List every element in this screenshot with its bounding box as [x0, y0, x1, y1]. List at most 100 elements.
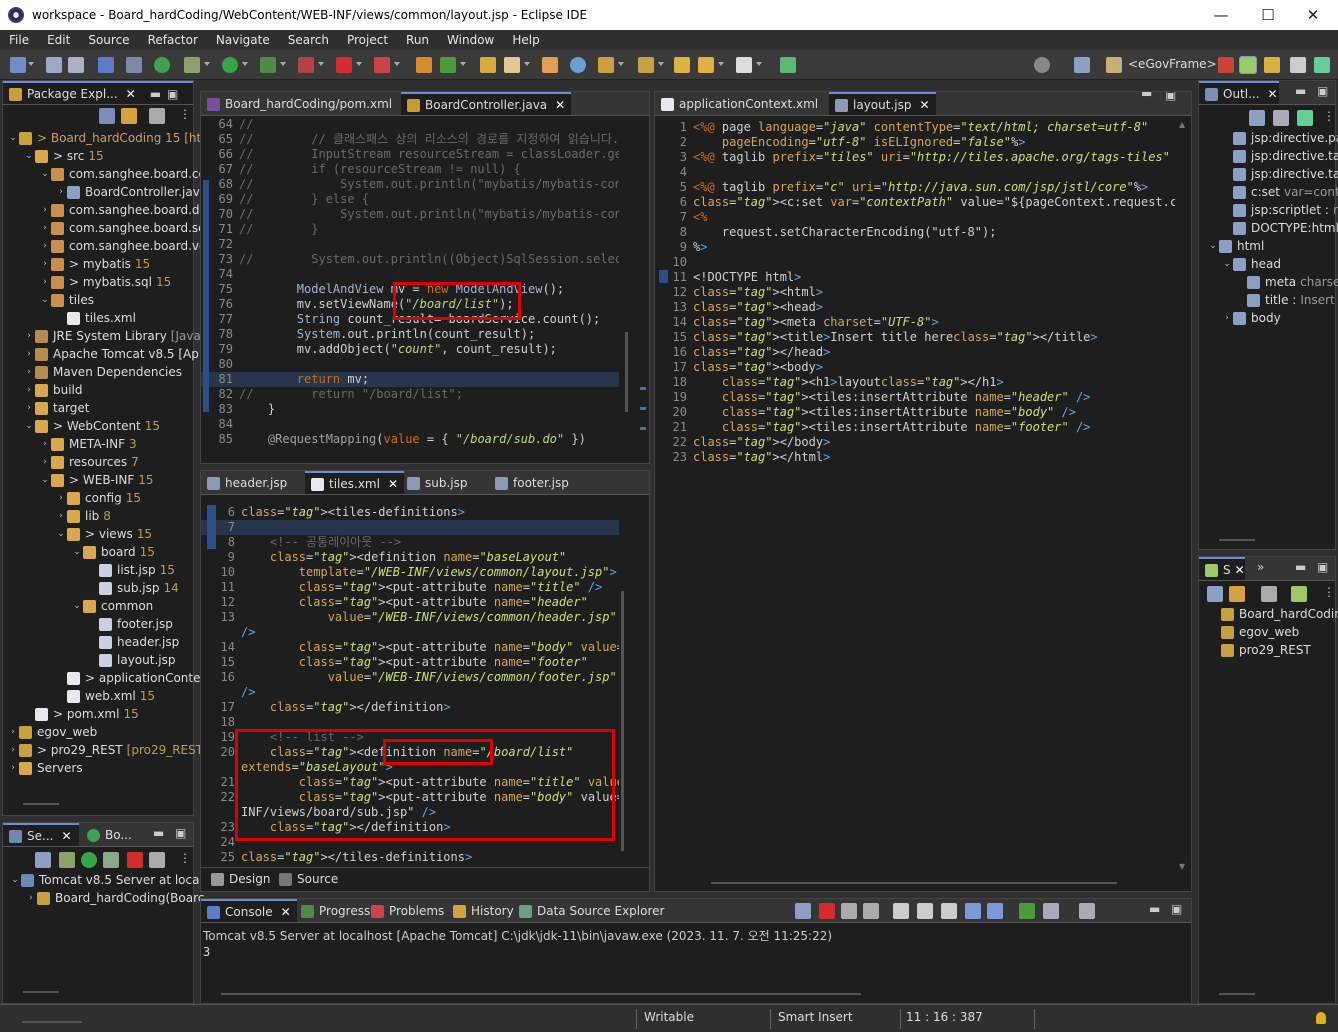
menu-search[interactable]: Search: [279, 33, 338, 47]
tree-item[interactable]: › resources 7: [39, 453, 139, 471]
code-line[interactable]: 12 class="tag"><html>: [655, 285, 824, 300]
tree-item[interactable]: jsp:directive.page: [1221, 129, 1338, 147]
code-line[interactable]: 82// return "/board/list";: [201, 387, 463, 402]
tree-item[interactable]: ⌄ board 15: [71, 543, 155, 561]
h-scrollbar[interactable]: [1219, 993, 1255, 995]
expand-toggle-icon[interactable]: ›: [23, 403, 35, 413]
minimize-icon[interactable]: ▬: [153, 826, 164, 840]
code-line[interactable]: 8 request.setCharacterEncoding("utf-8");: [655, 225, 997, 240]
tab-footer-jsp[interactable]: footer.jsp: [489, 471, 575, 494]
expand-toggle-icon[interactable]: ›: [55, 511, 67, 521]
resource-perspective-icon[interactable]: [1290, 57, 1306, 73]
tree-item[interactable]: sub.jsp 14: [87, 579, 179, 597]
tree-item[interactable]: title : Insert: [1235, 291, 1335, 309]
tree-item[interactable]: › lib 8: [55, 507, 111, 525]
java-perspective-icon[interactable]: [1264, 57, 1280, 73]
debug-server-icon[interactable]: [59, 852, 75, 868]
filter-icon[interactable]: [149, 108, 165, 124]
stop-server-icon[interactable]: [127, 852, 143, 868]
code-line[interactable]: 9 class="tag"><definition name="baseLayo…: [201, 550, 566, 565]
link-editor-icon[interactable]: [1229, 586, 1245, 602]
new-console-icon[interactable]: [1019, 903, 1035, 919]
save-all-icon[interactable]: [68, 57, 84, 73]
open-task-icon[interactable]: [542, 57, 558, 73]
globe-icon[interactable]: [570, 57, 586, 73]
tree-item[interactable]: › config 15: [55, 489, 141, 507]
code-line[interactable]: 2 pageEncoding="utf-8" isELIgnored="fals…: [655, 135, 1026, 150]
tab-source[interactable]: Source: [273, 868, 345, 890]
expand-toggle-icon[interactable]: ›: [23, 349, 35, 359]
code-line[interactable]: 3 <%@ taglib prefix="tiles" uri="http://t…: [655, 150, 1170, 165]
expand-toggle-icon[interactable]: ›: [39, 457, 51, 467]
tab-tiles-xml[interactable]: tiles.xml ✕: [305, 471, 405, 494]
h-scrollbar[interactable]: [221, 993, 861, 995]
code-line[interactable]: 19 class="tag"><tiles:insertAttribute na…: [655, 390, 1091, 405]
tree-item[interactable]: ⌄ > WebContent 15: [23, 417, 160, 435]
close-icon[interactable]: ✕: [555, 98, 565, 112]
close-icon[interactable]: ✕: [61, 829, 71, 843]
code-line[interactable]: 4: [655, 165, 693, 180]
tree-item[interactable]: › BoardController.jav: [55, 183, 200, 201]
terminal-icon[interactable]: [98, 57, 114, 73]
code-line[interactable]: 21 class="tag"><tiles:insertAttribute na…: [655, 420, 1091, 435]
tree-item[interactable]: › body: [1221, 309, 1281, 327]
back-icon[interactable]: [698, 57, 714, 73]
coverage-icon[interactable]: [260, 57, 276, 73]
tree-item[interactable]: ⌄ com.sanghee.board.co: [39, 165, 206, 183]
code-line[interactable]: 13 value="/WEB-INF/views/common/header.j…: [201, 610, 617, 625]
h-scrollbar[interactable]: [23, 991, 59, 993]
remove-all-icon[interactable]: [863, 903, 879, 919]
tree-item[interactable]: › target: [23, 399, 89, 417]
close-icon[interactable]: ✕: [388, 477, 398, 491]
code-line[interactable]: 9 %>: [655, 240, 708, 255]
code-line[interactable]: 66 // InputStream resourceStream = classL…: [201, 147, 619, 162]
code-line[interactable]: 7 <%: [655, 210, 708, 225]
expand-toggle-icon[interactable]: ⌄: [1221, 259, 1233, 269]
minimize-icon[interactable]: ▬: [150, 87, 161, 101]
code-line[interactable]: 13 class="tag"><head>: [655, 300, 824, 315]
code-line[interactable]: 64 //: [201, 117, 254, 132]
code-line[interactable]: 23 class="tag"></html>: [655, 450, 831, 465]
code-line[interactable]: 6 class="tag"><c:set var="contextPath" va…: [655, 195, 1175, 210]
next-annotation-icon[interactable]: [598, 57, 614, 73]
pin-console-icon[interactable]: [987, 903, 1003, 919]
close-button[interactable]: ✕: [1290, 0, 1336, 30]
code-line[interactable]: 79 mv.addObject("count", count_result);: [201, 342, 557, 357]
minimize-button[interactable]: —: [1198, 0, 1244, 30]
tree-item[interactable]: meta charse: [1235, 273, 1338, 291]
tree-item[interactable]: ⌄ html: [1207, 237, 1264, 255]
tree-item[interactable]: › > mybatis 15: [39, 255, 150, 273]
tab-spring-explorer[interactable]: S ✕: [1199, 557, 1245, 580]
profile-icon[interactable]: [374, 57, 390, 73]
tab-servers[interactable]: Se... ✕: [3, 823, 79, 846]
close-icon[interactable]: ✕: [1268, 87, 1278, 101]
new-java-project-icon[interactable]: [416, 57, 432, 73]
expand-toggle-icon[interactable]: ›: [1221, 313, 1233, 323]
filter-icon[interactable]: [1261, 586, 1277, 602]
publish-icon[interactable]: [149, 852, 165, 868]
save-icon[interactable]: [46, 57, 62, 73]
project-item[interactable]: pro29_REST: [1221, 641, 1311, 659]
console-output[interactable]: 3: [203, 945, 210, 959]
expand-toggle-icon[interactable]: ›: [55, 493, 67, 503]
minimize-icon[interactable]: ▬: [1149, 902, 1160, 916]
tree-item[interactable]: › com.sanghee.board.vo: [39, 237, 206, 255]
run-icon[interactable]: [222, 57, 238, 73]
expand-toggle-icon[interactable]: ⌄: [1207, 241, 1219, 251]
sort-icon[interactable]: [1291, 586, 1307, 602]
pin-editor-icon[interactable]: [780, 57, 796, 73]
expand-toggle-icon[interactable]: ⌄: [39, 295, 51, 305]
code-line[interactable]: 70// System.out.println("mybatis/mybatis…: [201, 207, 619, 222]
tree-item[interactable]: ⌄ > views 15: [55, 525, 152, 543]
expand-toggle-icon[interactable]: ›: [23, 331, 35, 341]
code-line[interactable]: 22 class="tag"></body>: [655, 435, 831, 450]
debug-icon[interactable]: [184, 57, 200, 73]
skip-breakpoints-icon[interactable]: [126, 57, 142, 73]
menu-run[interactable]: Run: [397, 33, 438, 47]
menu-refactor[interactable]: Refactor: [139, 33, 207, 47]
sort-icon[interactable]: [1273, 110, 1289, 126]
layout-code-area[interactable]: 1 <%@ page language="java" contentType="t…: [655, 120, 1175, 860]
tree-item[interactable]: › com.sanghee.board.d: [39, 201, 199, 219]
maximize-button[interactable]: ☐: [1245, 0, 1291, 30]
v-scrollbar[interactable]: [625, 332, 628, 412]
